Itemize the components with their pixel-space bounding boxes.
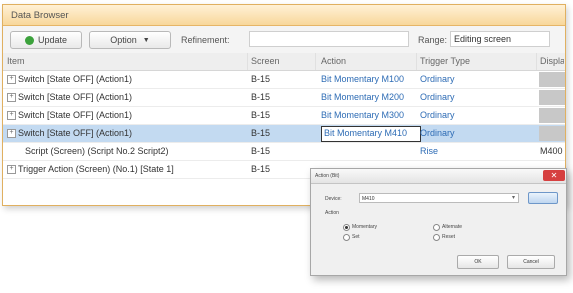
update-label: Update bbox=[37, 35, 68, 45]
item-text: Switch [State OFF] (Action1) bbox=[18, 128, 133, 138]
range-select[interactable]: Editing screen bbox=[450, 31, 550, 47]
reset-radio[interactable] bbox=[433, 234, 440, 241]
chevron-down-icon: ▼ bbox=[142, 36, 150, 44]
set-label: Set bbox=[352, 234, 360, 240]
display-cell: M400 bbox=[540, 146, 563, 156]
table-row[interactable]: + Switch [State OFF] (Action1) B-15 Bit M… bbox=[3, 107, 565, 125]
device-browse-button[interactable] bbox=[528, 192, 558, 204]
trigger-cell: Ordinary bbox=[420, 92, 455, 102]
toolbar: Update Option ▼ Refinement: Range: Editi… bbox=[3, 26, 565, 54]
item-text: Switch [State OFF] (Action1) bbox=[18, 74, 133, 84]
ok-button[interactable]: OK bbox=[457, 255, 499, 269]
item-text: Switch [State OFF] (Action1) bbox=[18, 92, 133, 102]
col-divider[interactable] bbox=[416, 53, 417, 70]
table-row[interactable]: + Switch [State OFF] (Action1) B-15 Bit M… bbox=[3, 89, 565, 107]
title-bar: Data Browser bbox=[3, 5, 565, 26]
action-group-label: Action bbox=[325, 210, 339, 216]
cancel-button[interactable]: Cancel bbox=[507, 255, 555, 269]
data-grid: Item Screen Action Trigger Type Displa +… bbox=[3, 53, 565, 179]
trigger-cell: Ordinary bbox=[420, 128, 455, 138]
dialog-title: Action (Bit) bbox=[315, 173, 340, 179]
display-cell bbox=[539, 72, 565, 87]
plus-box-icon[interactable]: + bbox=[7, 165, 16, 175]
table-row-selected[interactable]: + Switch [State OFF] (Action1) B-15 Bit M… bbox=[3, 125, 565, 143]
plus-box-icon[interactable]: + bbox=[7, 93, 16, 103]
plus-box-icon[interactable]: + bbox=[7, 111, 16, 121]
option-label: Option bbox=[110, 35, 137, 45]
screen-cell: B-15 bbox=[251, 128, 271, 138]
display-cell bbox=[539, 108, 565, 123]
col-header-screen[interactable]: Screen bbox=[251, 56, 311, 66]
item-text: Switch [State OFF] (Action1) bbox=[18, 110, 133, 120]
col-divider[interactable] bbox=[315, 53, 316, 70]
trigger-cell: Ordinary bbox=[420, 74, 455, 84]
item-cell: + Switch [State OFF] (Action1) bbox=[7, 128, 247, 139]
item-cell: + Switch [State OFF] (Action1) bbox=[7, 92, 247, 103]
trigger-cell: Rise bbox=[420, 146, 439, 156]
col-header-item[interactable]: Item bbox=[7, 56, 247, 66]
refinement-input[interactable] bbox=[249, 31, 409, 47]
table-row[interactable]: Script (Screen) (Script No.2 Script2) B-… bbox=[3, 143, 565, 161]
update-icon bbox=[24, 35, 34, 45]
range-label: Range: bbox=[418, 35, 448, 45]
screen-cell: B-15 bbox=[251, 92, 271, 102]
device-label: Device: bbox=[325, 196, 342, 202]
item-cell: + Trigger Action (Screen) (No.1) [State 1… bbox=[7, 164, 247, 175]
screen-cell: B-15 bbox=[251, 74, 271, 84]
close-icon[interactable]: ✕ bbox=[543, 170, 565, 181]
reset-label: Reset bbox=[442, 234, 456, 240]
refinement-label: Refinement: bbox=[181, 35, 230, 45]
plus-box-icon[interactable]: + bbox=[7, 129, 16, 139]
screen-cell: B-15 bbox=[251, 146, 271, 156]
table-row[interactable]: + Switch [State OFF] (Action1) B-15 Bit M… bbox=[3, 71, 565, 89]
col-divider[interactable] bbox=[247, 53, 248, 70]
alternate-radio[interactable] bbox=[433, 224, 440, 231]
col-header-trigger-type[interactable]: Trigger Type bbox=[420, 56, 530, 66]
alternate-label: Alternate bbox=[442, 224, 463, 230]
col-divider[interactable] bbox=[536, 53, 537, 70]
trigger-cell: Ordinary bbox=[420, 110, 455, 120]
action-bit-dialog: Action (Bit) ✕ Device: M410 ▾ Action Mom… bbox=[310, 168, 567, 276]
chevron-down-icon[interactable]: ▾ bbox=[512, 194, 515, 201]
screen-cell: B-15 bbox=[251, 164, 271, 174]
screen-cell: B-15 bbox=[251, 110, 271, 120]
dialog-title-bar[interactable]: Action (Bit) ✕ bbox=[311, 169, 566, 184]
plus-box-icon[interactable]: + bbox=[7, 75, 16, 85]
col-header-display[interactable]: Displa bbox=[540, 56, 564, 66]
display-cell bbox=[539, 90, 565, 105]
item-cell: + Switch [State OFF] (Action1) bbox=[7, 110, 247, 121]
action-cell-editing[interactable]: Bit Momentary M410 bbox=[321, 126, 421, 142]
grid-header: Item Screen Action Trigger Type Displa bbox=[3, 53, 565, 71]
device-input[interactable]: M410 bbox=[359, 193, 519, 203]
item-cell: + Switch [State OFF] (Action1) bbox=[7, 74, 247, 85]
item-cell: Script (Screen) (Script No.2 Script2) bbox=[25, 146, 169, 156]
display-cell bbox=[539, 126, 565, 141]
item-text: Trigger Action (Screen) (No.1) [State 1] bbox=[18, 164, 174, 174]
momentary-label: Momentary bbox=[352, 224, 378, 230]
momentary-radio[interactable] bbox=[343, 224, 350, 231]
update-button[interactable]: Update bbox=[10, 31, 82, 49]
set-radio[interactable] bbox=[343, 234, 350, 241]
window-title: Data Browser bbox=[11, 9, 69, 21]
option-button[interactable]: Option ▼ bbox=[89, 31, 171, 49]
